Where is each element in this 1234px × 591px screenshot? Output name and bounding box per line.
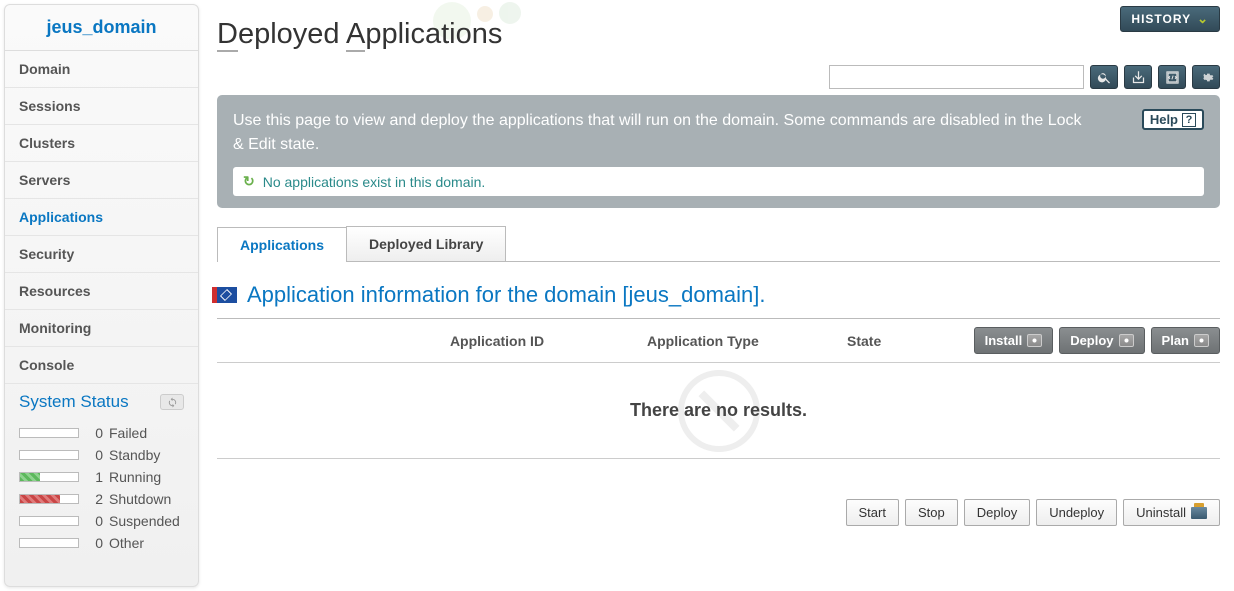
uninstall-button[interactable]: Uninstall [1123,499,1220,526]
nav-item-sessions[interactable]: Sessions [5,88,198,125]
status-row-shutdown: 2 Shutdown [19,488,184,510]
tab-bar: ApplicationsDeployed Library [217,226,1220,262]
status-message-text: No applications exist in this domain. [263,174,486,190]
status-label: Suspended [109,513,180,529]
button-label: Deploy [977,505,1017,520]
tab-applications[interactable]: Applications [217,227,347,262]
uninstall-icon [1191,507,1207,519]
button-label: Deploy [1070,333,1113,348]
status-row-standby: 0 Standby [19,444,184,466]
status-row-running: 1 Running [19,466,184,488]
status-bar [19,428,79,438]
tab-deployed-library[interactable]: Deployed Library [346,226,506,261]
status-label: Standby [109,447,160,463]
export-button[interactable] [1124,65,1152,89]
status-bar [19,450,79,460]
table-empty-state: There are no results. [217,363,1220,459]
button-label: Start [859,505,886,520]
button-label: Uninstall [1136,505,1186,520]
nav-item-security[interactable]: Security [5,236,198,273]
table-action-buttons: Install Deploy Plan [974,327,1220,354]
sidebar: jeus_domain DomainSessionsClustersServer… [4,4,199,587]
column-application-id: Application ID [217,333,647,349]
nav-item-servers[interactable]: Servers [5,162,198,199]
info-panel: Help ? Use this page to view and deploy … [217,95,1220,208]
plus-icon [1194,334,1209,347]
plus-icon [1027,334,1042,347]
system-status-label: System Status [19,392,129,412]
status-count: 1 [89,469,103,485]
nav-item-resources[interactable]: Resources [5,273,198,310]
status-bar [19,516,79,526]
help-icon: ? [1182,113,1196,127]
status-count: 2 [89,491,103,507]
info-description: Use this page to view and deploy the app… [233,109,1083,157]
sidebar-nav: DomainSessionsClustersServersApplication… [5,51,198,384]
table-header-row: Application ID Application Type State In… [217,319,1220,363]
nav-item-monitoring[interactable]: Monitoring [5,310,198,347]
nav-item-console[interactable]: Console [5,347,198,384]
column-application-type: Application Type [647,333,847,349]
status-bar [19,538,79,548]
system-status-list: 0 Failed 0 Standby 1 Running 2 Shutdown 0 Suspend… [5,418,198,558]
footer-action-bar: Start Stop Deploy Undeploy Uninstall [217,459,1220,526]
status-row-other: 0 Other [19,532,184,554]
deploy-button[interactable]: Deploy [1059,327,1144,354]
xml-button[interactable] [1158,65,1186,89]
status-label: Other [109,535,144,551]
main-content: HISTORY ⌄ Deployed Applications Help ? U… [203,0,1234,591]
nav-item-clusters[interactable]: Clusters [5,125,198,162]
status-label: Failed [109,425,147,441]
status-row-failed: 0 Failed [19,422,184,444]
status-refresh-button[interactable] [160,394,184,410]
button-label: Plan [1162,333,1189,348]
start-button[interactable]: Start [846,499,899,526]
history-label: HISTORY [1131,12,1191,26]
sidebar-title[interactable]: jeus_domain [5,5,198,51]
deploy-button[interactable]: Deploy [964,499,1030,526]
chevron-down-icon: ⌄ [1197,11,1209,27]
button-label: Install [985,333,1023,348]
status-bar [19,472,79,482]
search-button[interactable] [1090,65,1118,89]
empty-message: There are no results. [630,400,807,421]
status-count: 0 [89,535,103,551]
section-icon [217,287,237,303]
status-bar [19,494,79,504]
status-label: Shutdown [109,491,171,507]
system-status-header: System Status [5,384,198,418]
section-title: Application information for the domain [… [247,282,766,308]
button-label: Stop [918,505,945,520]
status-count: 0 [89,425,103,441]
install-button[interactable]: Install [974,327,1054,354]
button-label: Undeploy [1049,505,1104,520]
help-button[interactable]: Help ? [1142,109,1204,130]
nav-item-domain[interactable]: Domain [5,51,198,88]
search-toolbar [217,65,1220,89]
stop-button[interactable]: Stop [905,499,958,526]
help-label: Help [1150,112,1178,127]
status-label: Running [109,469,161,485]
column-state: State [847,333,957,349]
settings-button[interactable] [1192,65,1220,89]
plan-button[interactable]: Plan [1151,327,1220,354]
plus-icon [1119,334,1134,347]
info-status-message: ↻ No applications exist in this domain. [233,167,1204,196]
status-count: 0 [89,513,103,529]
status-count: 0 [89,447,103,463]
refresh-icon: ↻ [243,173,255,190]
history-button[interactable]: HISTORY ⌄ [1120,6,1220,32]
search-input[interactable] [829,65,1084,89]
status-row-suspended: 0 Suspended [19,510,184,532]
nav-item-applications[interactable]: Applications [5,199,198,236]
undeploy-button[interactable]: Undeploy [1036,499,1117,526]
section-header: Application information for the domain [… [217,262,1220,319]
page-title: Deployed Applications [217,8,1220,65]
